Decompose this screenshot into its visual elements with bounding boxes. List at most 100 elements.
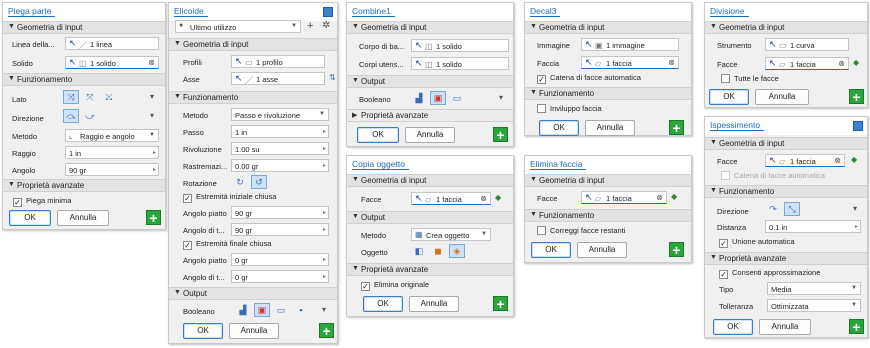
immagine-field[interactable]: ↖ ▣ 1 immagine [581,38,679,51]
add-icon[interactable]: + [849,319,864,334]
section-geometria[interactable]: ▼ Geometria di input [705,21,867,34]
rastremazione-input[interactable]: 0.00 gr ▸ [231,159,329,172]
face-chain-icon[interactable]: ◆ [671,192,677,201]
solid-body-icon[interactable]: ◼ [430,244,446,258]
section-geometria[interactable]: ▼ Geometria di input [347,174,513,187]
inviluppo-checkbox[interactable]: Inviluppo faccia [537,104,602,113]
side-both-icon[interactable]: ⤩ [101,90,117,104]
ok-button[interactable]: OK [531,242,571,258]
section-output[interactable]: ▼ Output [347,211,513,224]
annulla-button[interactable]: Annulla [405,127,455,143]
unione-checkbox[interactable]: ✓ Unione automatica [719,237,795,248]
metodo-select[interactable]: Passo e rivoluzione ▼ [231,108,329,121]
add-icon[interactable]: + [669,120,684,135]
add-icon[interactable]: + [493,127,508,142]
clear-icon[interactable]: ⊗ [834,156,841,165]
facce-field[interactable]: ↖ ▱ 1 faccia ⊗ [411,192,491,205]
direction-1-icon[interactable]: ↷ [765,202,781,216]
composite-icon[interactable]: ◈ [449,244,465,258]
angolo-t1-input[interactable]: 90 gr ▸ [231,223,329,236]
dropdown-icon[interactable]: ▾ [150,111,154,120]
section-proprieta[interactable]: ▼ Proprietà avanzate [3,179,165,192]
join-icon[interactable]: ▟ [411,91,427,105]
ok-button[interactable]: OK [539,120,579,136]
intersect-icon[interactable]: ▭ [449,91,465,105]
clear-icon[interactable]: ⊗ [148,58,155,67]
rivoluzione-input[interactable]: 1.00 su ▸ [231,142,329,155]
rotate-cw-icon[interactable]: ↻ [232,175,248,189]
solido-field[interactable]: ↖ ◫ 1 solido ⊗ [65,56,159,69]
dropdown-icon[interactable]: ▾ [322,305,326,314]
side-1-icon[interactable]: ⤨ [63,90,79,104]
direction-2-icon[interactable]: ⤻ [82,109,98,123]
annulla-button[interactable]: Annulla [755,89,809,105]
section-geometria[interactable]: ▼ Geometria di input [169,38,337,51]
panel-title[interactable]: Ispessimento [710,120,765,131]
cut-icon[interactable]: ▣ [254,303,270,317]
correggi-checkbox[interactable]: Correggi facce restanti [537,226,625,235]
clear-icon[interactable]: ⊗ [668,58,675,67]
ok-button[interactable]: OK [709,89,749,105]
dropdown-icon[interactable]: ▾ [499,93,503,102]
surface-icon[interactable]: ◧ [411,244,427,258]
add-icon[interactable]: + [493,296,508,311]
face-chain-icon[interactable]: ◆ [495,193,501,202]
panel-title[interactable]: Elimina faccia [530,159,587,170]
section-funzionamento[interactable]: ▼ Funzionamento [705,185,867,198]
ok-button[interactable]: OK [363,296,403,312]
corpo-field[interactable]: ↖ ◫ 1 solido [411,39,509,52]
add-preset-icon[interactable]: + [307,20,313,32]
corpi-field[interactable]: ↖ ◫ 1 solido [411,57,509,70]
clear-icon[interactable]: ⊗ [656,193,663,202]
ok-button[interactable]: OK [9,210,51,226]
estremita-finale-checkbox[interactable]: ✓ Estremità finale chiusa [183,239,271,250]
panel-title[interactable]: Piega parte [8,6,56,17]
section-geometria[interactable]: ▼ Geometria di input [525,21,691,34]
cut-icon[interactable]: ▣ [430,91,446,105]
panel-title[interactable]: Copia oggetto [352,159,409,170]
section-proprieta[interactable]: ▼ Proprietà avanzate [347,263,513,276]
clear-icon[interactable]: ⊗ [480,194,487,203]
recent-select[interactable]: ● Ultimo utilizzo ▼ [175,20,301,33]
annulla-button[interactable]: Annulla [577,242,627,258]
raggio-input[interactable]: 1 in ▸ [65,146,159,159]
distanza-input[interactable]: 0.1 in ▸ [765,220,861,233]
annulla-button[interactable]: Annulla [57,210,109,226]
direction-2-icon[interactable]: ⤡ [784,202,800,216]
metodo-select[interactable]: Raggio e angolo ⌞ ▼ [65,129,159,142]
side-2-icon[interactable]: ⤧ [82,90,98,104]
direction-1-icon[interactable]: ⤼ [63,109,79,123]
tipo-select[interactable]: Media ▼ [767,282,861,295]
facce-field[interactable]: ↖ ▱ 1 faccia ⊗ [765,57,849,70]
clear-icon[interactable]: ⊗ [838,59,845,68]
gear-icon[interactable]: ✲ [322,20,330,31]
add-icon[interactable]: + [146,210,161,225]
section-proprieta[interactable]: ▶ Proprietà avanzate [347,109,513,122]
panel-title[interactable]: Elicoide [174,6,208,17]
face-chain-icon[interactable]: ◆ [853,58,859,67]
section-geometria[interactable]: ▼ Geometria di input [525,174,691,187]
estremita-iniziale-checkbox[interactable]: ✓ Estremità iniziale chiusa [183,192,276,203]
new-solid-icon[interactable]: ▪ [293,303,309,317]
annulla-button[interactable]: Annulla [585,120,635,136]
section-output[interactable]: ▼ Output [347,75,513,88]
elimina-originale-checkbox[interactable]: ✓ Elimina originale [361,280,429,291]
ok-button[interactable]: OK [183,323,223,339]
metodo-select[interactable]: ▦ Crea oggetto ▼ [411,228,491,241]
section-funzionamento[interactable]: ▼ Funzionamento [169,91,337,104]
annulla-button[interactable]: Annulla [759,319,811,335]
section-funzionamento[interactable]: ▼ Funzionamento [525,87,691,100]
flip-icon[interactable]: ⇅ [329,73,336,82]
passo-input[interactable]: 1 in ▸ [231,125,329,138]
angolo-input[interactable]: 90 gr ▸ [65,163,159,176]
angolo-piatto2-input[interactable]: 0 gr ▸ [231,253,329,266]
add-icon[interactable]: + [669,242,684,257]
tutte-facce-checkbox[interactable]: Tutte le facce [721,74,779,83]
tolleranza-select[interactable]: Ottimizzata ▼ [767,299,861,312]
section-geometria[interactable]: ▼ Geometria di input [705,137,867,150]
faccia-field[interactable]: ↖ ▱ 1 faccia ⊗ [581,56,679,69]
add-icon[interactable]: + [319,323,334,338]
section-geometria[interactable]: ▼ Geometria di input [347,21,513,34]
ok-button[interactable]: OK [357,127,399,143]
consenti-checkbox[interactable]: ✓ Consenti approssimazione [719,268,820,279]
